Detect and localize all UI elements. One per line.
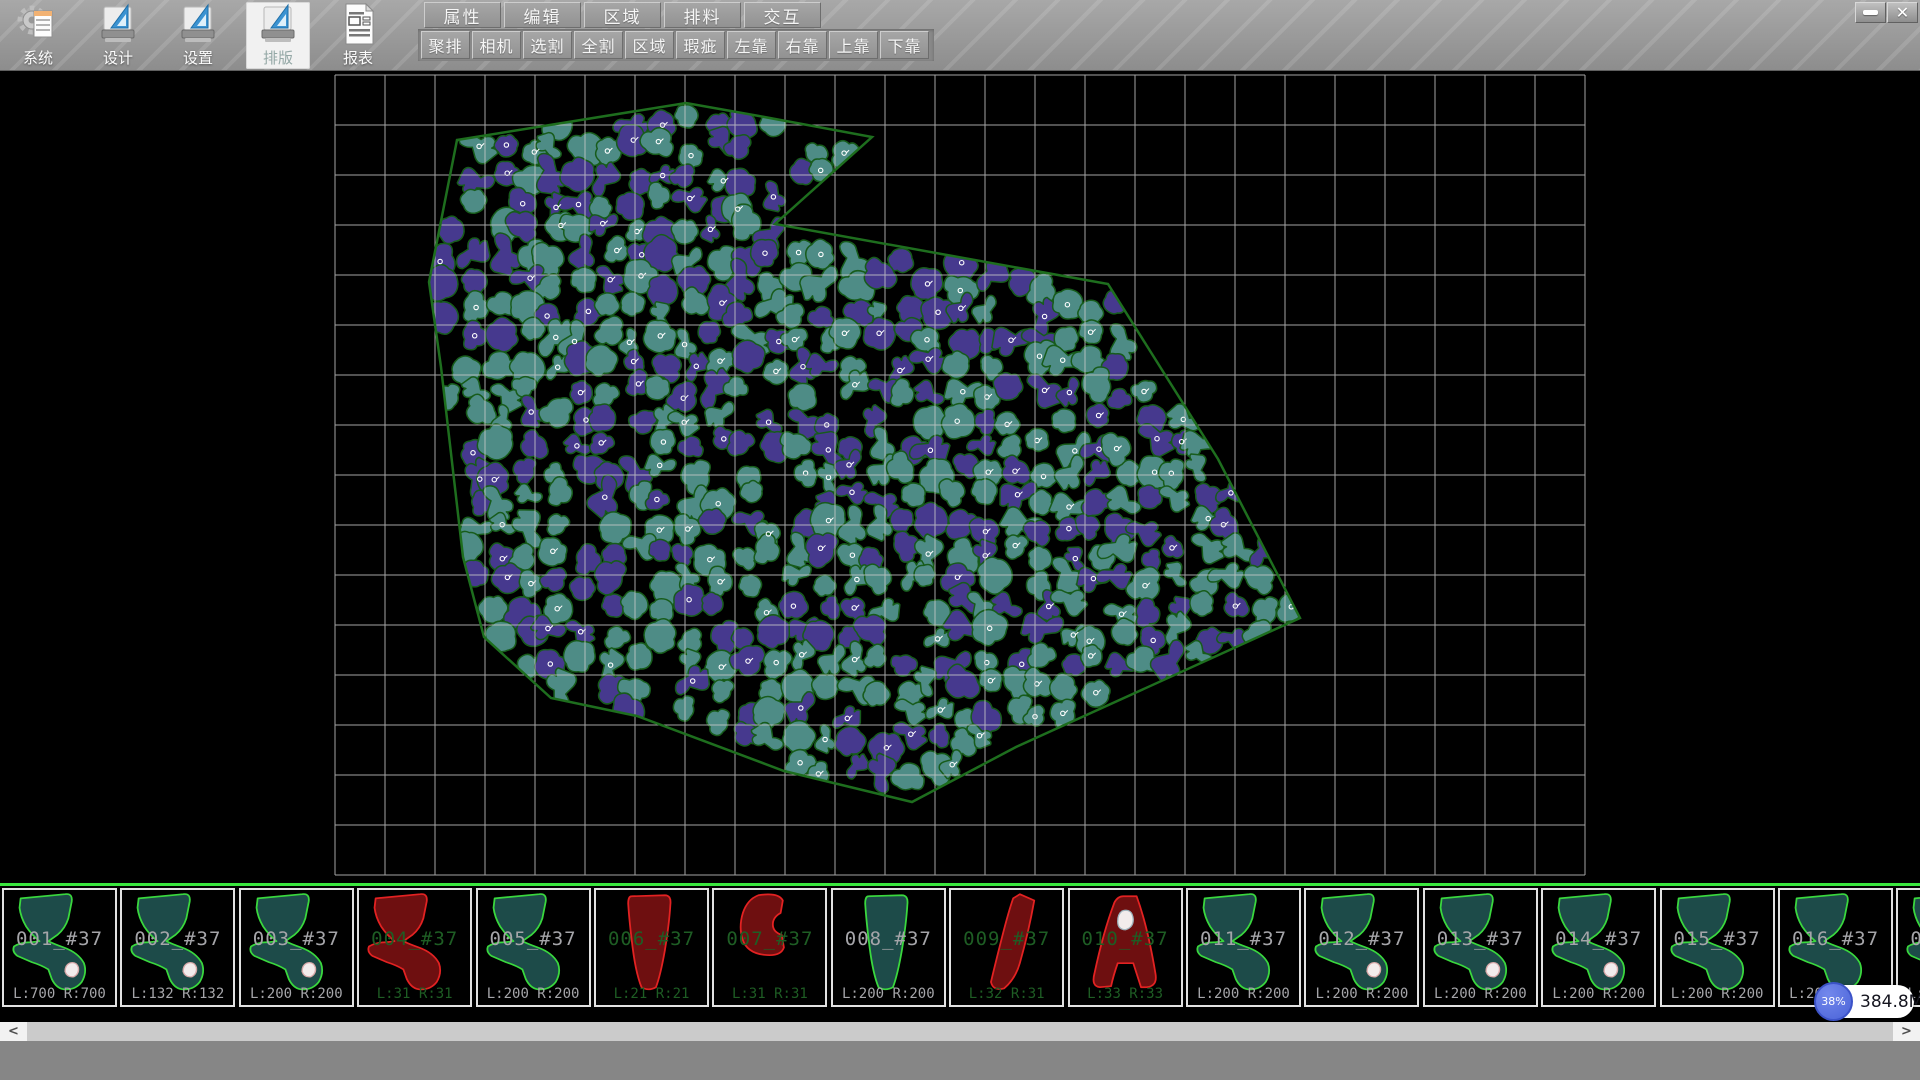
app-button-label: 系统 — [23, 47, 53, 68]
part-lr-count: L:200 R:200 — [833, 986, 944, 1002]
part-name: 009_#37 — [951, 928, 1062, 950]
tool-左靠[interactable]: 左靠 — [727, 31, 776, 59]
thumbnail-cell-010_#37[interactable]: 010_#37 L:33 R:33 — [1068, 888, 1183, 1007]
part-lr-count: L:200 R:200 — [1188, 986, 1299, 1002]
ruler-icon — [177, 2, 219, 46]
thumbnail-cell-013_#37[interactable]: 013_#37 L:200 R:200 — [1423, 888, 1538, 1007]
menu-排料[interactable]: 排料 — [664, 2, 741, 28]
thumbnail-cell-011_#37[interactable]: 011_#37 L:200 R:200 — [1186, 888, 1301, 1007]
tool-上靠[interactable]: 上靠 — [829, 31, 878, 59]
minimize-button[interactable] — [1855, 2, 1886, 23]
nested-pieces — [418, 101, 1312, 796]
part-name: 016_#37 — [1780, 928, 1891, 950]
app-button-系统[interactable]: 系统 — [6, 2, 70, 69]
ruler-icon — [257, 2, 299, 46]
app-button-设计[interactable]: 设计 — [86, 2, 150, 69]
app-button-label: 设置 — [183, 47, 213, 68]
part-name: 014_#37 — [1543, 928, 1654, 950]
part-lr-count: L:200 R:200 — [1662, 986, 1773, 1002]
part-lr-count: L:31 R:31 — [359, 986, 470, 1002]
app-button-label: 排版 — [263, 47, 293, 68]
parts-strip: 001_#37 L:700 R:700 002_#37 L:132 R:132 … — [0, 883, 1920, 1022]
memory-usage-badge: 384.8M 38% — [1814, 983, 1914, 1020]
thumbnail-cell-012_#37[interactable]: 012_#37 L:200 R:200 — [1304, 888, 1419, 1007]
thumbnail-cell-001_#37[interactable]: 001_#37 L:700 R:700 — [2, 888, 117, 1007]
tool-下靠[interactable]: 下靠 — [880, 31, 929, 59]
part-lr-count: L:200 R:200 — [1543, 986, 1654, 1002]
part-name: 013_#37 — [1425, 928, 1536, 950]
part-lr-count: L:200 R:200 — [1306, 986, 1417, 1002]
part-name: 006_#37 — [596, 928, 707, 950]
scroll-left-button[interactable]: < — [0, 1022, 27, 1041]
nesting-canvas-svg — [0, 71, 1920, 883]
part-lr-count: L:31 R:31 — [714, 986, 825, 1002]
ruler-icon — [97, 2, 139, 46]
thumbnail-cell-014_#37[interactable]: 014_#37 L:200 R:200 — [1541, 888, 1656, 1007]
part-name: 005_#37 — [478, 928, 589, 950]
part-lr-count: L:200 R:200 — [1425, 986, 1536, 1002]
memory-percent-circle: 38% — [1814, 982, 1853, 1021]
app-button-报表[interactable]: 报表 — [326, 2, 390, 69]
thumbnail-cell-008_#37[interactable]: 008_#37 L:200 R:200 — [831, 888, 946, 1007]
scroll-right-button[interactable]: > — [1893, 1022, 1920, 1041]
part-name: 010_#37 — [1070, 928, 1181, 950]
app-button-label: 报表 — [343, 47, 373, 68]
menu-交互[interactable]: 交互 — [744, 2, 821, 28]
menu-属性[interactable]: 属性 — [424, 2, 501, 28]
part-name: 003_#37 — [241, 928, 352, 950]
part-lr-count: L:33 R:33 — [1070, 986, 1181, 1002]
part-name: 004_#37 — [359, 928, 470, 950]
chevron-right-icon: > — [1901, 1024, 1912, 1039]
nesting-canvas[interactable] — [0, 71, 1920, 883]
tool-选割[interactable]: 选割 — [523, 31, 572, 59]
part-lr-count: L:200 R:200 — [478, 986, 589, 1002]
titlebar: 系统 设计 设置 排版 — [0, 0, 1920, 71]
horizontal-scrollbar[interactable]: < > — [0, 1022, 1920, 1041]
thumbnail-cell-006_#37[interactable]: 006_#37 L:21 R:21 — [594, 888, 709, 1007]
tool-聚排[interactable]: 聚排 — [421, 31, 470, 59]
menu-区域[interactable]: 区域 — [584, 2, 661, 28]
tool-瑕疵[interactable]: 瑕疵 — [676, 31, 725, 59]
close-icon: ✕ — [1896, 5, 1909, 21]
thumbnail-cell-015_#37[interactable]: 015_#37 L:200 R:200 — [1660, 888, 1775, 1007]
status-bar — [0, 1041, 1920, 1080]
app-button-排版[interactable]: 排版 — [246, 2, 310, 69]
thumbnail-cell-009_#37[interactable]: 009_#37 L:32 R:31 — [949, 888, 1064, 1007]
part-name: 017_#37 — [1898, 928, 1920, 950]
menu-编辑[interactable]: 编辑 — [504, 2, 581, 28]
memory-value: 384.8M — [1860, 992, 1920, 1012]
part-lr-count: L:21 R:21 — [596, 986, 707, 1002]
memory-percent: 38% — [1821, 995, 1845, 1008]
thumbnail-cell-003_#37[interactable]: 003_#37 L:200 R:200 — [239, 888, 354, 1007]
thumbnail-cell-002_#37[interactable]: 002_#37 L:132 R:132 — [120, 888, 235, 1007]
report-icon — [337, 2, 379, 46]
thumbnail-cell-005_#37[interactable]: 005_#37 L:200 R:200 — [476, 888, 591, 1007]
part-name: 012_#37 — [1306, 928, 1417, 950]
strip-top-line — [0, 883, 1920, 886]
tool-相机[interactable]: 相机 — [472, 31, 521, 59]
part-lr-count: L:132 R:132 — [122, 986, 233, 1002]
app-button-label: 设计 — [103, 47, 133, 68]
part-name: 011_#37 — [1188, 928, 1299, 950]
part-name: 015_#37 — [1662, 928, 1773, 950]
thumbnail-cell-004_#37[interactable]: 004_#37 L:31 R:31 — [357, 888, 472, 1007]
chevron-left-icon: < — [8, 1024, 19, 1039]
part-name: 007_#37 — [714, 928, 825, 950]
minimize-icon — [1863, 10, 1878, 15]
gear-document-icon — [17, 2, 59, 46]
part-lr-count: L:32 R:31 — [951, 986, 1062, 1002]
part-name: 002_#37 — [122, 928, 233, 950]
close-button[interactable]: ✕ — [1887, 2, 1918, 23]
thumbnail-cell-007_#37[interactable]: 007_#37 L:31 R:31 — [712, 888, 827, 1007]
tool-区域[interactable]: 区域 — [625, 31, 674, 59]
part-lr-count: L:700 R:700 — [4, 986, 115, 1002]
app-button-设置[interactable]: 设置 — [166, 2, 230, 69]
part-name: 001_#37 — [4, 928, 115, 950]
tool-右靠[interactable]: 右靠 — [778, 31, 827, 59]
part-lr-count: L:200 R:200 — [241, 986, 352, 1002]
part-name: 008_#37 — [833, 928, 944, 950]
tool-全割[interactable]: 全割 — [574, 31, 623, 59]
